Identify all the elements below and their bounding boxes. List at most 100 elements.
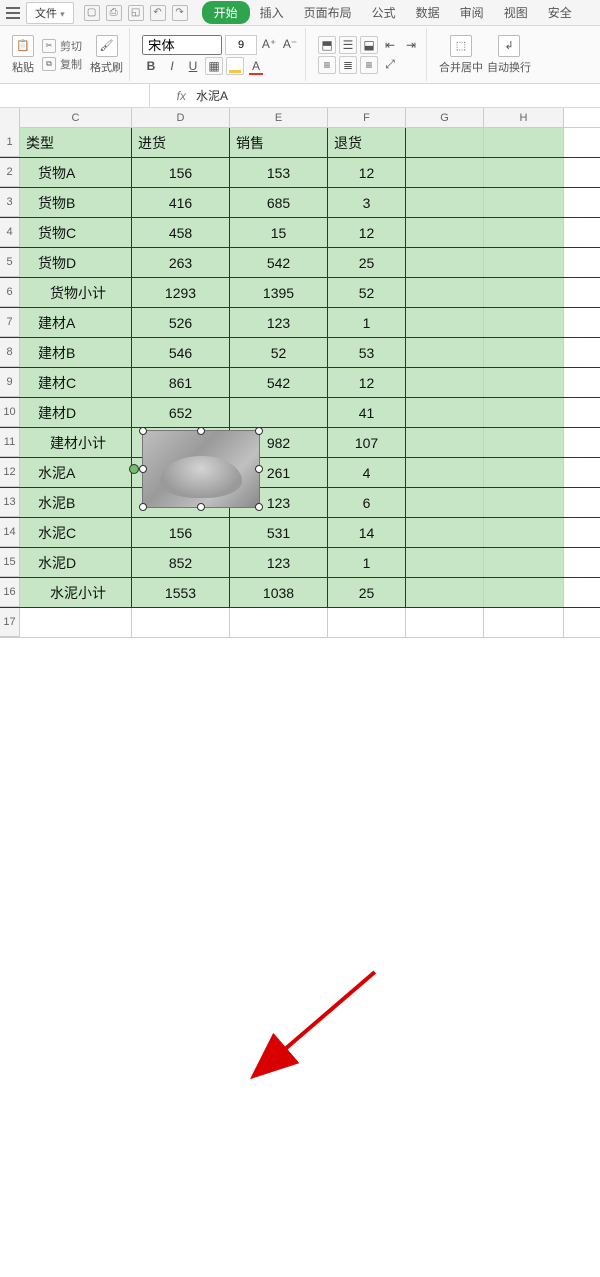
cell-D2[interactable]: 156 — [132, 158, 230, 187]
cell-H1[interactable] — [484, 128, 564, 157]
cell-C16[interactable]: 水泥小计 — [20, 578, 132, 607]
cell-D17[interactable] — [132, 608, 230, 637]
cut-button[interactable]: ✂剪切 — [42, 38, 82, 54]
cell-H16[interactable] — [484, 578, 564, 607]
cell-H17[interactable] — [484, 608, 564, 637]
cell-H4[interactable] — [484, 218, 564, 247]
cell-E5[interactable]: 542 — [230, 248, 328, 277]
col-header-D[interactable]: D — [132, 108, 230, 127]
row-header-12[interactable]: 12 — [0, 458, 20, 487]
tab-layout[interactable]: 页面布局 — [294, 0, 362, 25]
cell-F6[interactable]: 52 — [328, 278, 406, 307]
cell-G11[interactable] — [406, 428, 484, 457]
cell-G6[interactable] — [406, 278, 484, 307]
cell-C9[interactable]: 建材C — [20, 368, 132, 397]
fill-color-button[interactable] — [226, 57, 244, 75]
cell-G8[interactable] — [406, 338, 484, 367]
cell-G12[interactable] — [406, 458, 484, 487]
cell-E6[interactable]: 1395 — [230, 278, 328, 307]
cell-C11[interactable]: 建材小计 — [20, 428, 132, 457]
resize-handle-sw[interactable] — [139, 503, 147, 511]
row-header-6[interactable]: 6 — [0, 278, 20, 307]
row-header-8[interactable]: 8 — [0, 338, 20, 367]
col-header-G[interactable]: G — [406, 108, 484, 127]
tab-data[interactable]: 数据 — [406, 0, 450, 25]
cell-H2[interactable] — [484, 158, 564, 187]
decrease-font-icon[interactable]: A⁻ — [281, 35, 299, 53]
row-header-4[interactable]: 4 — [0, 218, 20, 247]
cell-H15[interactable] — [484, 548, 564, 577]
inserted-picture[interactable] — [142, 430, 260, 508]
cell-E1[interactable]: 销售 — [230, 128, 328, 157]
increase-indent-icon[interactable]: ⇥ — [402, 36, 420, 54]
cell-G2[interactable] — [406, 158, 484, 187]
cell-F13[interactable]: 6 — [328, 488, 406, 517]
cell-D16[interactable]: 1553 — [132, 578, 230, 607]
align-middle-icon[interactable]: ☰ — [339, 36, 357, 54]
cell-H12[interactable] — [484, 458, 564, 487]
cell-G5[interactable] — [406, 248, 484, 277]
cell-F12[interactable]: 4 — [328, 458, 406, 487]
cell-C15[interactable]: 水泥D — [20, 548, 132, 577]
cell-G7[interactable] — [406, 308, 484, 337]
copy-button[interactable]: ⧉复制 — [42, 56, 82, 72]
row-header-14[interactable]: 14 — [0, 518, 20, 547]
menu-icon[interactable] — [6, 7, 20, 19]
spreadsheet-grid[interactable]: CDEFGH1类型进货销售退货2货物A156153123货物B41668534货… — [0, 108, 600, 638]
tab-security[interactable]: 安全 — [538, 0, 582, 25]
cell-F10[interactable]: 41 — [328, 398, 406, 427]
row-header-13[interactable]: 13 — [0, 488, 20, 517]
decrease-indent-icon[interactable]: ⇤ — [381, 36, 399, 54]
row-header-10[interactable]: 10 — [0, 398, 20, 427]
cell-D3[interactable]: 416 — [132, 188, 230, 217]
col-header-E[interactable]: E — [230, 108, 328, 127]
cell-H13[interactable] — [484, 488, 564, 517]
row-header-9[interactable]: 9 — [0, 368, 20, 397]
cell-G3[interactable] — [406, 188, 484, 217]
row-header-11[interactable]: 11 — [0, 428, 20, 457]
cell-E4[interactable]: 15 — [230, 218, 328, 247]
underline-button[interactable]: U — [184, 57, 202, 75]
cell-D5[interactable]: 263 — [132, 248, 230, 277]
cell-C6[interactable]: 货物小计 — [20, 278, 132, 307]
cell-E7[interactable]: 123 — [230, 308, 328, 337]
cell-G14[interactable] — [406, 518, 484, 547]
cell-C10[interactable]: 建材D — [20, 398, 132, 427]
cell-H9[interactable] — [484, 368, 564, 397]
cell-G15[interactable] — [406, 548, 484, 577]
file-menu[interactable]: 文件 ▾ — [26, 2, 74, 24]
cell-E2[interactable]: 153 — [230, 158, 328, 187]
col-header-H[interactable]: H — [484, 108, 564, 127]
tab-insert[interactable]: 插入 — [250, 0, 294, 25]
align-top-icon[interactable]: ⬒ — [318, 36, 336, 54]
undo-icon[interactable]: ↶ — [150, 5, 166, 21]
align-bottom-icon[interactable]: ⬓ — [360, 36, 378, 54]
rotate-handle[interactable] — [129, 464, 139, 474]
cell-H10[interactable] — [484, 398, 564, 427]
cell-F4[interactable]: 12 — [328, 218, 406, 247]
cell-C12[interactable]: 水泥A — [20, 458, 132, 487]
italic-button[interactable]: I — [163, 57, 181, 75]
cell-H11[interactable] — [484, 428, 564, 457]
cell-E10[interactable] — [230, 398, 328, 427]
cell-D9[interactable]: 861 — [132, 368, 230, 397]
cell-H6[interactable] — [484, 278, 564, 307]
cell-C14[interactable]: 水泥C — [20, 518, 132, 547]
name-box[interactable] — [0, 84, 150, 107]
fx-icon[interactable]: fx — [150, 89, 190, 103]
cell-C17[interactable] — [20, 608, 132, 637]
cell-G9[interactable] — [406, 368, 484, 397]
merge-center-button[interactable]: ⬚ 合并居中 — [439, 35, 483, 75]
resize-handle-se[interactable] — [255, 503, 263, 511]
resize-handle-ne[interactable] — [255, 427, 263, 435]
cell-H8[interactable] — [484, 338, 564, 367]
cell-D15[interactable]: 852 — [132, 548, 230, 577]
cell-F8[interactable]: 53 — [328, 338, 406, 367]
tab-view[interactable]: 视图 — [494, 0, 538, 25]
cell-H7[interactable] — [484, 308, 564, 337]
cell-C5[interactable]: 货物D — [20, 248, 132, 277]
cell-G1[interactable] — [406, 128, 484, 157]
cell-E16[interactable]: 1038 — [230, 578, 328, 607]
cell-E9[interactable]: 542 — [230, 368, 328, 397]
cell-C7[interactable]: 建材A — [20, 308, 132, 337]
